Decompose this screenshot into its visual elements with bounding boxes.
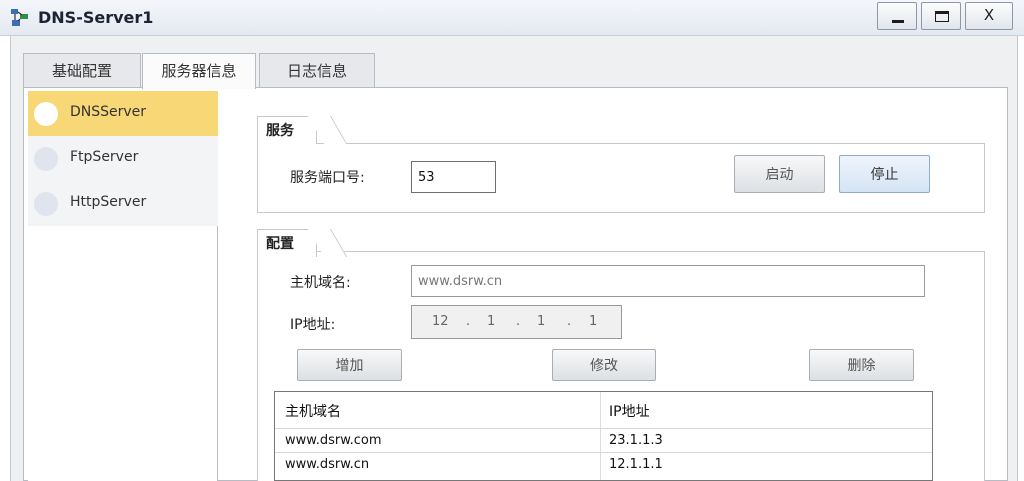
modify-button[interactable]: 修改 [552,349,656,381]
host-label: 主机域名: [290,275,351,291]
server-app-icon [11,9,28,26]
column-header-host[interactable]: 主机域名 [285,401,341,421]
delete-button[interactable]: 删除 [809,349,914,381]
host-input[interactable] [411,265,925,297]
tab-basic-config[interactable]: 基础配置 [23,53,141,87]
close-button[interactable]: X [965,2,1013,30]
port-label: 服务端口号: [290,170,365,186]
server-list: DNSServer FtpServer HttpServer [28,91,218,481]
ip-separator: . [516,314,521,329]
maximize-icon [935,11,949,22]
server-status-icon [34,147,58,171]
ip-octet-1: 12 [432,314,449,329]
window-body: 基础配置 服务器信息 日志信息 DNSServer FtpServer Http… [10,36,1018,481]
server-item-label: HttpServer [70,194,147,210]
close-icon: X [983,6,995,24]
ip-octet-2: 1 [487,314,496,329]
ip-separator: . [466,314,471,329]
server-item-label: FtpServer [70,149,139,165]
window-title: DNS-Server1 [38,8,154,27]
cell-host: www.dsrw.cn [285,457,370,472]
minimize-button[interactable] [877,2,917,30]
service-group-title: 服务 [257,116,317,144]
server-status-icon [34,102,58,126]
cell-ip: 23.1.1.3 [609,433,663,448]
add-button[interactable]: 增加 [297,349,402,381]
server-status-icon [34,192,58,216]
server-item-label: DNSServer [70,104,147,120]
title-bar: DNS-Server1 X [0,0,1024,36]
server-item-dns[interactable]: DNSServer [28,91,218,136]
table-row[interactable]: www.dsrw.com 23.1.1.3 [275,428,932,452]
table-row[interactable]: www.dsrw.cn 12.1.1.1 [275,452,932,476]
cell-host: www.dsrw.com [285,433,382,448]
minimize-icon [892,20,904,23]
start-button[interactable]: 启动 [734,155,825,193]
ip-address-input[interactable]: 12 . 1 . 1 . 1 [411,305,622,339]
config-group-title: 配置 [257,229,317,257]
tab-server-info[interactable]: 服务器信息 [142,53,256,89]
ip-label: IP地址: [290,317,336,333]
maximize-button[interactable] [921,2,961,30]
server-item-ftp[interactable]: FtpServer [28,136,218,181]
stop-button[interactable]: 停止 [839,155,930,193]
server-item-http[interactable]: HttpServer [28,181,218,226]
ip-octet-4: 1 [589,314,598,329]
ip-octet-3: 1 [537,314,546,329]
tab-log-info[interactable]: 日志信息 [259,53,375,87]
ip-separator: . [567,314,572,329]
port-input[interactable] [411,161,496,193]
cell-ip: 12.1.1.1 [609,457,663,472]
column-header-ip[interactable]: IP地址 [609,401,650,421]
dns-records-table: 主机域名 IP地址 www.dsrw.com 23.1.1.3 www.dsrw… [274,391,933,481]
